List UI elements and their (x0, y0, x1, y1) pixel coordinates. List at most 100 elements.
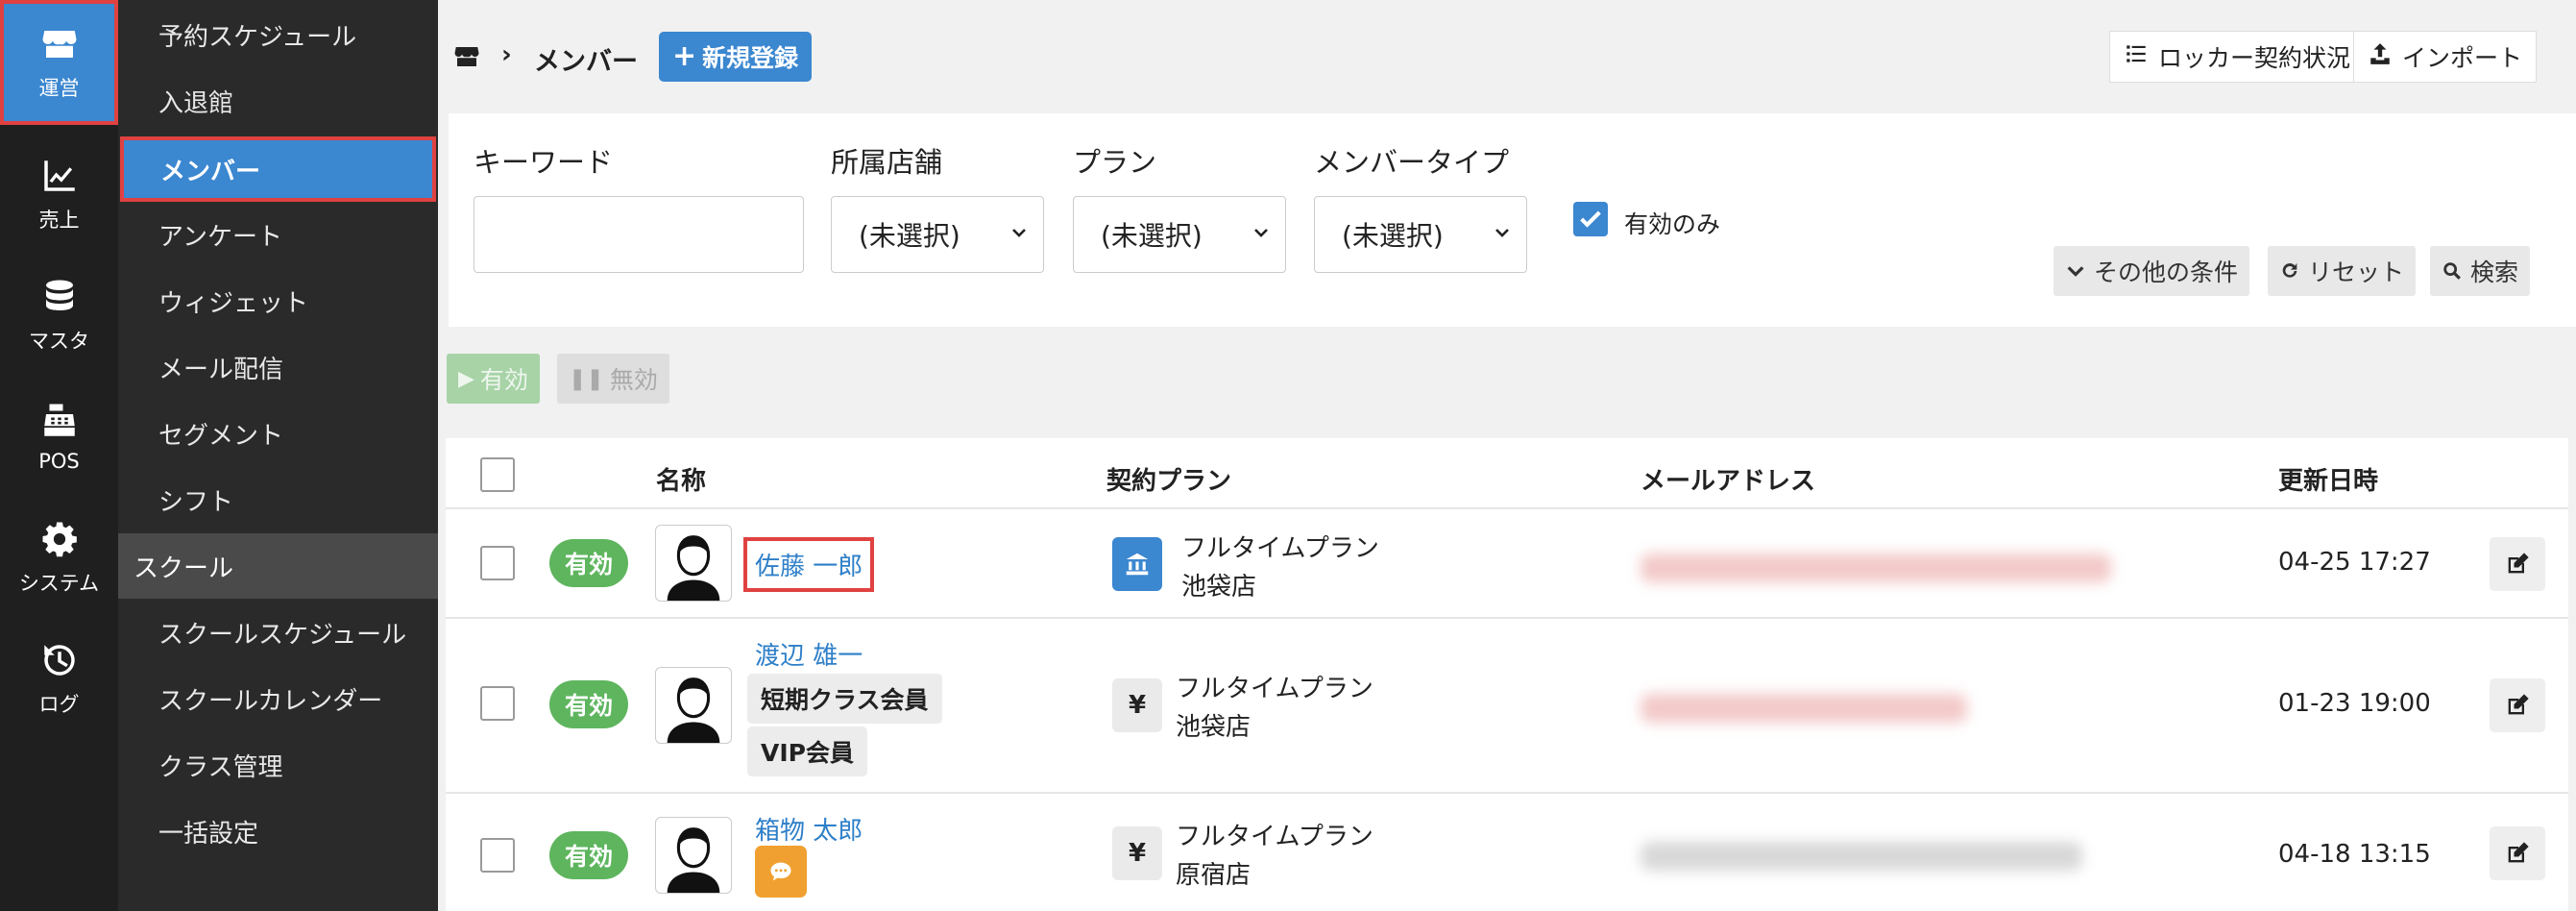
store-label: 所属店舗 (831, 146, 943, 179)
store-select[interactable]: (未選択) (831, 196, 1044, 273)
member-type-tag: VIP会員 (747, 726, 867, 776)
rail-label: 売上 (38, 209, 80, 232)
divider (446, 617, 2568, 619)
member-type-select[interactable]: (未選択) (1314, 196, 1527, 273)
row-checkbox[interactable] (480, 546, 515, 580)
store-icon[interactable] (451, 42, 482, 71)
icon-rail: 運営 売上 マスタ POS システム ログ (0, 0, 118, 911)
member-name-link[interactable]: 箱物 太郎 (755, 811, 863, 847)
members-table: 名称 契約プラン メールアドレス 更新日時 有効 佐藤 一郎 フルタイムプラン … (446, 438, 2568, 911)
play-icon: ▶ (458, 366, 474, 391)
plan-label: プラン (1073, 146, 1157, 179)
status-badge: 有効 (549, 831, 628, 879)
edit-button[interactable] (2490, 678, 2545, 732)
nav-item-school-calendar[interactable]: スクールカレンダー (118, 666, 438, 731)
rail-item-system[interactable]: システム (0, 498, 118, 617)
rail-item-master[interactable]: マスタ (0, 256, 118, 375)
divider (446, 792, 2568, 794)
nav-item-widget[interactable]: ウィジェット (118, 268, 438, 333)
keyword-input[interactable] (474, 196, 804, 273)
member-name-link[interactable]: 佐藤 一郎 (743, 537, 875, 592)
nav-item-reservation-schedule[interactable]: 予約スケジュール (118, 2, 438, 67)
divider (446, 507, 2568, 509)
rail-item-log[interactable]: ログ (0, 619, 118, 738)
new-member-label: 新規登録 (702, 44, 799, 72)
edit-button[interactable] (2490, 537, 2545, 591)
updated-at: 01-23 19:00 (2278, 689, 2431, 718)
column-header-name: 名称 (656, 467, 707, 496)
gear-icon (38, 518, 81, 560)
reset-icon (2282, 262, 2297, 278)
store-icon (38, 23, 81, 65)
chat-icon[interactable] (755, 846, 807, 898)
status-badge: 有効 (549, 539, 628, 587)
nav-item-survey[interactable]: アンケート (118, 202, 438, 267)
pause-icon: ❚❚ (569, 366, 604, 391)
row-checkbox[interactable] (480, 686, 515, 721)
disable-button[interactable]: ❚❚ 無効 (557, 354, 669, 404)
more-conditions-button[interactable]: その他の条件 (2054, 246, 2250, 296)
chevron-down-icon (1012, 229, 1026, 237)
member-name-link[interactable]: 渡辺 雄一 (755, 636, 863, 672)
check-icon (1580, 210, 1601, 228)
edit-icon (2508, 694, 2529, 715)
nav-item-school-schedule[interactable]: スクールスケジュール (118, 600, 438, 665)
avatar (655, 525, 732, 602)
column-header-updated: 更新日時 (2278, 467, 2379, 496)
new-member-button[interactable]: + 新規登録 (659, 32, 813, 82)
nav-item-segment[interactable]: セグメント (118, 401, 438, 466)
top-bar: › メンバー + 新規登録 ロッカー契約状況 インポート (438, 0, 2576, 113)
rail-label: マスタ (29, 330, 89, 353)
row-checkbox[interactable] (480, 838, 515, 873)
import-button[interactable]: インポート (2353, 31, 2538, 83)
chevron-down-icon (2067, 266, 2084, 277)
person-icon (667, 677, 720, 743)
reset-button[interactable]: リセット (2268, 246, 2417, 296)
disable-label: 無効 (609, 366, 658, 394)
rail-item-sales[interactable]: 売上 (0, 135, 118, 254)
active-only-checkbox[interactable] (1573, 202, 1608, 236)
store-name: 原宿店 (1176, 861, 1252, 890)
nav-item-members[interactable]: メンバー (120, 136, 436, 202)
email-redacted (1640, 554, 2111, 582)
edit-button[interactable] (2490, 826, 2545, 880)
status-badge: 有効 (549, 680, 628, 728)
yen-icon: ¥ (1112, 678, 1162, 732)
active-only-label: 有効のみ (1624, 210, 1721, 238)
search-icon (2443, 262, 2461, 280)
sub-navigation: 予約スケジュール 入退館 メンバー アンケート ウィジェット メール配信 セグメ… (118, 0, 438, 911)
yen-icon: ¥ (1112, 826, 1162, 880)
chevron-down-icon (1254, 229, 1268, 237)
rail-label: ログ (38, 693, 80, 716)
enable-button[interactable]: ▶ 有効 (447, 354, 540, 404)
rail-label: POS (38, 450, 80, 473)
locker-status-label: ロッカー契約状況 (2158, 44, 2351, 72)
nav-item-class-management[interactable]: クラス管理 (118, 732, 438, 798)
select-all-checkbox[interactable] (480, 457, 515, 492)
nav-item-shift[interactable]: シフト (118, 467, 438, 532)
plan-name: フルタイムプラン (1176, 823, 1373, 851)
store-select-value: (未選択) (859, 220, 960, 252)
reset-label: リセット (2308, 259, 2405, 286)
rail-item-operations[interactable]: 運営 (0, 0, 118, 125)
store-name: 池袋店 (1181, 573, 1257, 602)
database-icon (38, 276, 81, 318)
chevron-down-icon (1495, 229, 1509, 237)
person-icon (667, 535, 720, 601)
nav-item-mail[interactable]: メール配信 (118, 334, 438, 400)
locker-status-button[interactable]: ロッカー契約状況 (2109, 31, 2366, 83)
plus-icon: + (672, 39, 697, 73)
search-button[interactable]: 検索 (2430, 246, 2531, 296)
list-icon (2124, 41, 2149, 72)
member-type-tag: 短期クラス会員 (747, 674, 942, 724)
nav-section-school[interactable]: スクール (118, 533, 438, 599)
nav-item-check-in[interactable]: 入退館 (118, 68, 438, 134)
rail-item-pos[interactable]: POS (0, 377, 118, 496)
avatar (655, 817, 732, 894)
column-header-email: メールアドレス (1640, 467, 1816, 496)
email-redacted (1640, 694, 1967, 723)
plan-name: フルタイムプラン (1176, 675, 1373, 703)
search-label: 検索 (2470, 259, 2519, 286)
plan-select[interactable]: (未選択) (1073, 196, 1286, 273)
nav-item-bulk-settings[interactable]: 一括設定 (118, 799, 438, 864)
